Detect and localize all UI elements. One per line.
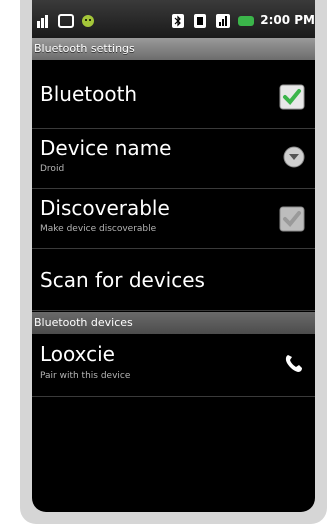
- bluetooth-checkbox[interactable]: [279, 84, 305, 114]
- phone-icon[interactable]: [283, 352, 305, 378]
- setting-title: Scan for devices: [40, 268, 205, 292]
- device-title: Looxcie: [40, 342, 115, 366]
- setting-subtitle: Make device discoverable: [40, 224, 157, 234]
- discoverable-checkbox[interactable]: [279, 206, 305, 236]
- device-row[interactable]: Looxcie Pair with this device: [32, 334, 315, 397]
- signal-icon: [36, 13, 52, 28]
- android-icon: [80, 13, 96, 27]
- screen: 2:00 PM Bluetooth settings Bluetooth Dev…: [32, 0, 315, 512]
- section-header: Bluetooth devices: [32, 312, 315, 334]
- setting-bluetooth[interactable]: Bluetooth: [32, 60, 315, 129]
- phone-frame: 2:00 PM Bluetooth settings Bluetooth Dev…: [20, 0, 327, 524]
- setting-device-name[interactable]: Device name Droid: [32, 128, 315, 189]
- status-time: 2:00 PM: [260, 13, 315, 27]
- setting-subtitle: Droid: [40, 164, 65, 174]
- chevron-down-icon[interactable]: [283, 146, 305, 172]
- signal-bars-icon: [216, 13, 232, 28]
- setting-title: Device name: [40, 136, 172, 160]
- page-title: Bluetooth settings: [32, 38, 315, 60]
- bluetooth-icon: [172, 13, 188, 28]
- battery-icon: [238, 13, 255, 27]
- setting-discoverable[interactable]: Discoverable Make device discoverable: [32, 188, 315, 249]
- vibrate-icon: [194, 13, 210, 28]
- setting-title: Bluetooth: [40, 82, 138, 106]
- setting-title: Discoverable: [40, 196, 170, 220]
- setting-scan-for-devices[interactable]: Scan for devices: [32, 248, 315, 311]
- device-subtitle: Pair with this device: [40, 371, 131, 381]
- notification-icon: [58, 13, 74, 28]
- status-bar: 2:00 PM: [32, 0, 315, 38]
